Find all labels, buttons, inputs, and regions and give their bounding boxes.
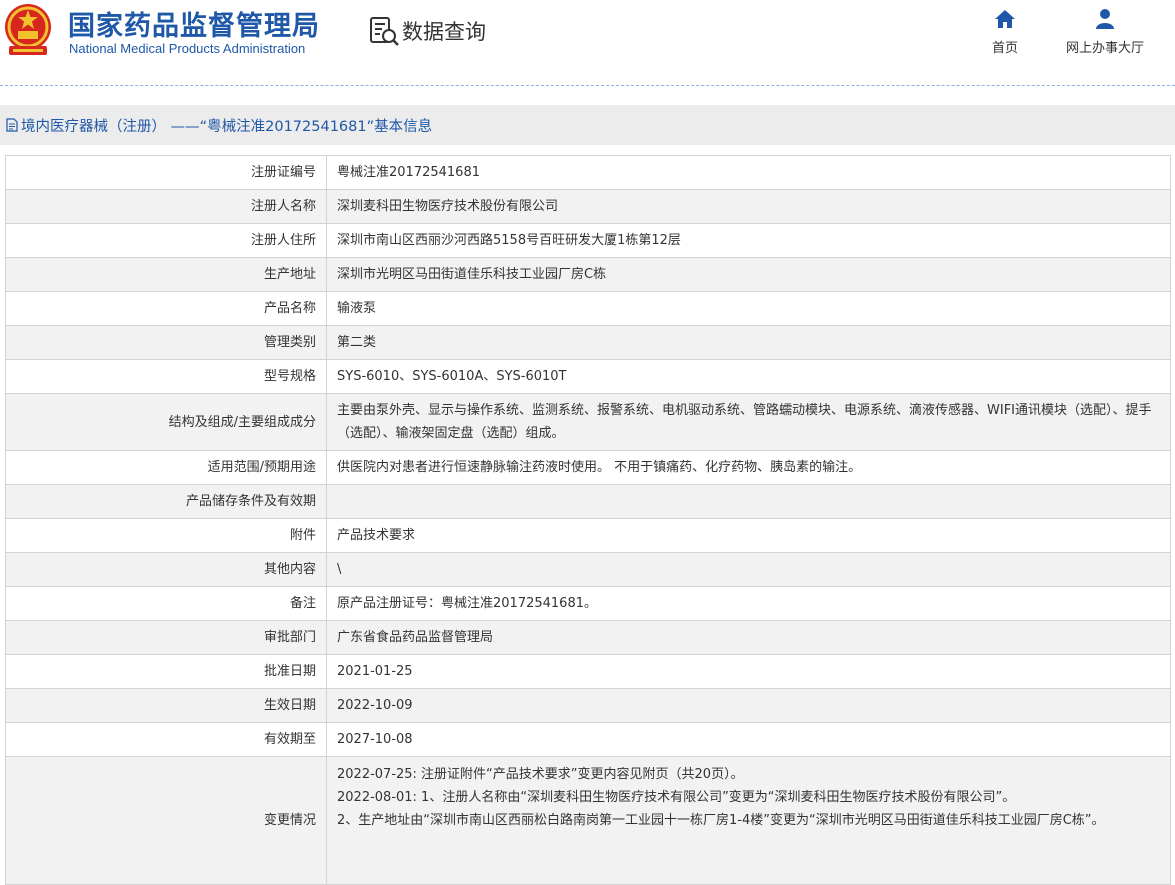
user-icon [1096, 9, 1114, 29]
row-label: 备注 [5, 586, 327, 621]
row-value: 2021-01-25 [326, 654, 1171, 689]
device-info-table: 注册证编号 粤械注准20172541681 注册人名称 深圳麦科田生物医疗技术股… [5, 155, 1171, 885]
row-label: 变更情况 [5, 756, 327, 885]
table-row: 产品名称 输液泵 [5, 291, 1171, 326]
row-value: 输液泵 [326, 291, 1171, 326]
row-label: 注册证编号 [5, 155, 327, 190]
row-value: 2022-10-09 [326, 688, 1171, 723]
page-title-bar: 境内医疗器械（注册） ——“粤械注准20172541681”基本信息 [0, 105, 1175, 145]
row-label: 产品储存条件及有效期 [5, 484, 327, 519]
row-label: 有效期至 [5, 722, 327, 757]
org-name-en[interactable]: National Medical Products Administration [69, 41, 305, 56]
table-row: 注册证编号 粤械注准20172541681 [5, 155, 1171, 190]
org-name-cn[interactable]: 国家药品监督管理局 [68, 4, 320, 43]
table-row: 注册人名称 深圳麦科田生物医疗技术股份有限公司 [5, 189, 1171, 224]
table-row: 其他内容 \ [5, 552, 1171, 587]
row-label: 批准日期 [5, 654, 327, 689]
row-value: 2027-10-08 [326, 722, 1171, 757]
national-emblem-icon [5, 4, 51, 55]
row-value: 深圳市光明区马田街道佳乐科技工业园厂房C栋 [326, 257, 1171, 292]
nav-online-hall[interactable]: 网上办事大厅 [1058, 8, 1152, 56]
table-row: 有效期至 2027-10-08 [5, 722, 1171, 757]
document-icon [6, 118, 18, 132]
row-value: 主要由泵外壳、显示与操作系统、监测系统、报警系统、电机驱动系统、管路蠕动模块、电… [326, 393, 1171, 451]
data-query-link[interactable]: 数据查询 [368, 15, 486, 47]
row-label: 生产地址 [5, 257, 327, 292]
nav-home-label: 首页 [991, 41, 1018, 56]
header-divider [0, 85, 1175, 86]
table-row: 注册人住所 深圳市南山区西丽沙河西路5158号百旺研发大厦1栋第12层 [5, 223, 1171, 258]
table-row: 附件 产品技术要求 [5, 518, 1171, 553]
row-value: \ [326, 552, 1171, 587]
data-query-label: 数据查询 [402, 20, 486, 44]
row-label: 型号规格 [5, 359, 327, 394]
home-icon [995, 10, 1015, 28]
row-label: 审批部门 [5, 620, 327, 655]
table-row: 生产地址 深圳市光明区马田街道佳乐科技工业园厂房C栋 [5, 257, 1171, 292]
row-label: 产品名称 [5, 291, 327, 326]
row-label: 管理类别 [5, 325, 327, 360]
row-value: 产品技术要求 [326, 518, 1171, 553]
nav-online-hall-label: 网上办事大厅 [1065, 41, 1144, 56]
row-label: 附件 [5, 518, 327, 553]
row-label: 注册人名称 [5, 189, 327, 224]
change-history: 2022-07-25: 注册证附件“产品技术要求”变更内容见附页（共20页）。 … [326, 756, 1171, 885]
row-label: 其他内容 [5, 552, 327, 587]
table-row: 备注 原产品注册证号：粤械注准20172541681。 [5, 586, 1171, 621]
page-title: 境内医疗器械（注册） ——“粤械注准20172541681”基本信息 [21, 118, 433, 135]
row-value: 深圳麦科田生物医疗技术股份有限公司 [326, 189, 1171, 224]
change-entry: 2022-08-01: 1、注册人名称由“深圳麦科田生物医疗技术有限公司”变更为… [337, 790, 1016, 805]
table-row: 管理类别 第二类 [5, 325, 1171, 360]
row-value: SYS-6010、SYS-6010A、SYS-6010T [326, 359, 1171, 394]
change-entry: 2022-07-25: 注册证附件“产品技术要求”变更内容见附页（共20页）。 [337, 767, 744, 782]
data-query-icon [370, 17, 399, 46]
row-value: 广东省食品药品监督管理局 [326, 620, 1171, 655]
row-value: 粤械注准20172541681 [326, 155, 1171, 190]
row-label: 结构及组成/主要组成成分 [5, 393, 327, 451]
table-row: 批准日期 2021-01-25 [5, 654, 1171, 689]
table-row: 产品储存条件及有效期 [5, 484, 1171, 519]
row-value: 原产品注册证号：粤械注准20172541681。 [326, 586, 1171, 621]
table-row: 生效日期 2022-10-09 [5, 688, 1171, 723]
table-row: 适用范围/预期用途 供医院内对患者进行恒速静脉输注药液时使用。 不用于镇痛药、化… [5, 450, 1171, 485]
row-label: 适用范围/预期用途 [5, 450, 327, 485]
table-row: 审批部门 广东省食品药品监督管理局 [5, 620, 1171, 655]
row-value: 第二类 [326, 325, 1171, 360]
site-header: 国家药品监督管理局 National Medical Products Admi… [0, 0, 1175, 88]
change-entry: 2、生产地址由“深圳市南山区西丽松白路南岗第一工业园十一栋厂房1-4楼”变更为“… [337, 813, 1105, 828]
row-value: 深圳市南山区西丽沙河西路5158号百旺研发大厦1栋第12层 [326, 223, 1171, 258]
row-value: 供医院内对患者进行恒速静脉输注药液时使用。 不用于镇痛药、化疗药物、胰岛素的输注… [326, 450, 1171, 485]
row-label: 生效日期 [5, 688, 327, 723]
row-label: 注册人住所 [5, 223, 327, 258]
table-row-changes: 变更情况 2022-07-25: 注册证附件“产品技术要求”变更内容见附页（共2… [5, 756, 1171, 885]
nav-home[interactable]: 首页 [984, 8, 1026, 56]
table-row: 结构及组成/主要组成成分 主要由泵外壳、显示与操作系统、监测系统、报警系统、电机… [5, 393, 1171, 451]
row-value [326, 484, 1171, 519]
table-row: 型号规格 SYS-6010、SYS-6010A、SYS-6010T [5, 359, 1171, 394]
